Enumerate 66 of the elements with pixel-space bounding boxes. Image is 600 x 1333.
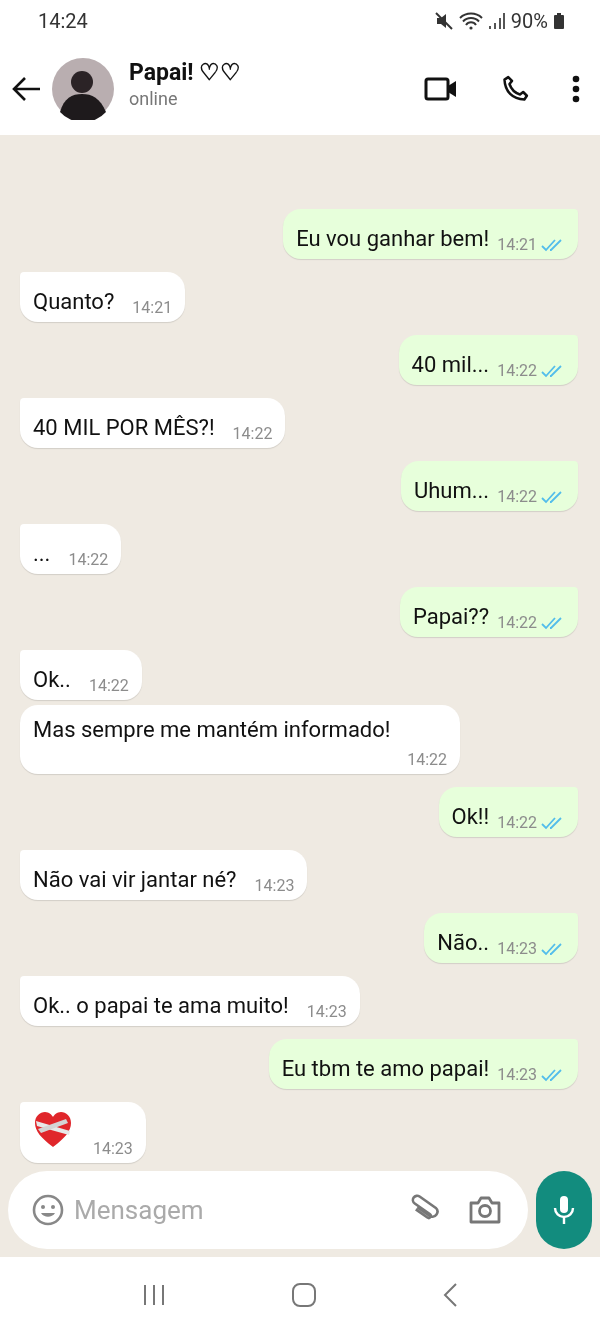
message-text: 40 mil... (411, 351, 491, 379)
message-time: 14:23 (305, 1001, 347, 1023)
battery-level: 90% (510, 8, 548, 35)
message-text: Não vai vir jantar né? (33, 866, 238, 894)
contact-name[interactable]: Papai! ♡♡ (129, 57, 242, 88)
message-time: 14:22 (231, 423, 273, 445)
message-bubble[interactable]: Ok.. 14:22 (20, 650, 142, 700)
message-text: Mas sempre me mantém informado! (33, 716, 392, 744)
message-text: 40 MIL POR MÊS?! (33, 414, 216, 442)
message-time: 14:22 (497, 360, 537, 382)
message-time: 14:23 (253, 875, 295, 897)
message-bubble[interactable]: Mas sempre me mantém informado! 14:22 (20, 705, 460, 774)
muted-speaker-icon (434, 12, 453, 30)
message-text: Quanto? (33, 288, 116, 316)
message-time: 14:23 (497, 1064, 537, 1086)
message-bubble[interactable]: Quanto? 14:21 (20, 272, 186, 322)
message-time: 14:22 (497, 486, 537, 508)
message-bubble[interactable]: Eu vou ganhar bem! 14:21 (283, 209, 578, 259)
message-time: 14:22 (67, 549, 109, 571)
message-bubble[interactable]: 40 mil... 14:22 (398, 335, 578, 385)
contact-status: online (129, 87, 179, 110)
back-arrow-icon[interactable] (12, 75, 42, 102)
emoji-icon[interactable] (32, 1194, 64, 1226)
message-bubble[interactable]: Não.. 14:23 (424, 913, 578, 963)
message-text: Uhum... (413, 477, 491, 505)
home-icon[interactable] (291, 1282, 317, 1308)
message-bubble[interactable]: Papai?? 14:22 (399, 587, 578, 637)
message-time: 14:21 (497, 234, 537, 256)
message-time: 14:23 (497, 938, 537, 960)
message-time: 14:22 (497, 812, 537, 834)
camera-icon[interactable] (468, 1195, 502, 1225)
message-text: Eu tbm te amo papai! (281, 1055, 491, 1083)
message-text: Ok.. o papai te ama muito! (33, 992, 290, 1020)
message-bubble[interactable]: Uhum... 14:22 (400, 461, 578, 511)
message-time: 14:23 (92, 1138, 133, 1160)
microphone-button[interactable] (536, 1171, 592, 1249)
message-text: Não.. (437, 929, 491, 957)
message-bubble[interactable]: Ok!! 14:22 (438, 787, 578, 837)
phone-icon[interactable] (500, 73, 530, 104)
message-bubble[interactable]: Ok.. o papai te ama muito! 14:23 (20, 976, 360, 1026)
message-text: Ok!! (451, 803, 491, 831)
message-bubble[interactable]: Não vai vir jantar né? 14:23 (20, 850, 308, 900)
message-time: 14:21 (131, 297, 173, 319)
video-call-icon[interactable] (424, 76, 458, 101)
battery-icon (554, 13, 564, 29)
message-time: 14:22 (406, 749, 447, 771)
message-bubble[interactable]: Eu tbm te amo papai! 14:23 (268, 1039, 578, 1089)
message-time: 14:22 (497, 612, 537, 634)
message-bubble[interactable]: ... 14:22 (20, 524, 122, 574)
more-options-icon[interactable] (572, 74, 580, 103)
message-field[interactable]: Mensagem (8, 1171, 528, 1249)
bandaged-heart-icon (33, 1111, 73, 1149)
message-text: Eu vou ganhar bem! (296, 225, 491, 253)
clock: 14:24 (38, 8, 88, 35)
avatar[interactable] (52, 57, 114, 120)
message-text: Papai?? (412, 603, 491, 631)
message-text: ... (33, 540, 52, 568)
recent-apps-icon[interactable] (142, 1283, 167, 1307)
message-input[interactable]: Mensagem (74, 1190, 408, 1230)
wifi-icon (458, 12, 483, 30)
message-text: Ok.. (33, 666, 72, 694)
message-time: 14:22 (87, 675, 129, 697)
message-bubble[interactable]: 40 MIL POR MÊS?! 14:22 (20, 398, 286, 448)
back-icon[interactable] (441, 1282, 458, 1308)
microphone-icon (553, 1194, 575, 1226)
signal-icon (488, 12, 505, 30)
